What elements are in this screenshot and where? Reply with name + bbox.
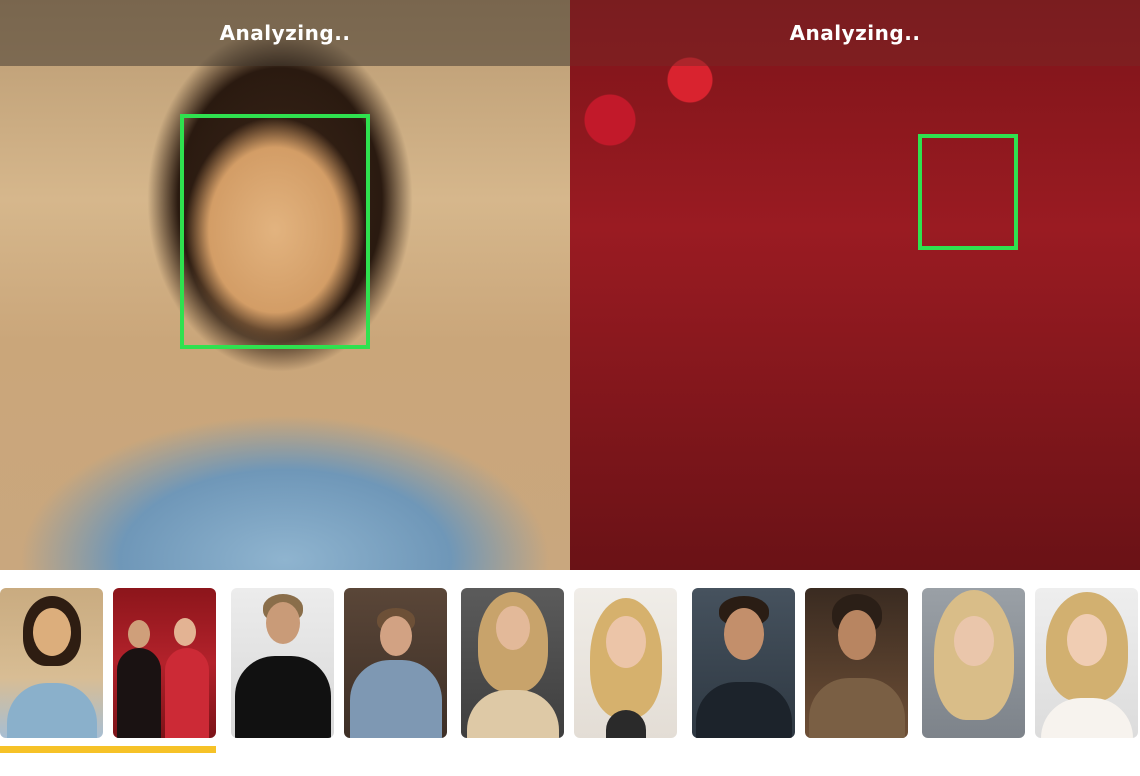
right-comparison-panel: Analyzing.. [570,0,1140,570]
thumbnail-image[interactable] [113,588,216,738]
thumbnail-strip [0,588,1140,776]
selected-pair-indicator [0,746,216,753]
thumbnail-pair-2[interactable] [231,588,447,738]
right-photo [570,0,1140,570]
thumbnail-image[interactable] [344,588,447,738]
left-status-banner: Analyzing.. [0,0,570,66]
thumbnail-image[interactable] [461,588,564,738]
thumbnail-image[interactable] [692,588,795,738]
thumbnail-pair-5[interactable] [922,588,1138,738]
thumbnail-pair-4[interactable] [692,588,908,738]
thumbnail-pair-3[interactable] [461,588,677,738]
right-status-banner: Analyzing.. [570,0,1140,66]
thumbnail-image[interactable] [805,588,908,738]
thumbnail-image[interactable] [922,588,1025,738]
comparison-stage: Analyzing.. Analyzing.. [0,0,1140,570]
thumbnail-pair-1[interactable] [0,588,216,738]
left-face-detection-box [180,114,370,349]
thumbnail-image[interactable] [1035,588,1138,738]
right-status-label: Analyzing.. [789,21,921,45]
thumbnail-image[interactable] [231,588,334,738]
thumbnail-image[interactable] [0,588,103,738]
left-comparison-panel: Analyzing.. [0,0,570,570]
left-status-label: Analyzing.. [219,21,351,45]
thumbnail-image[interactable] [574,588,677,738]
right-face-detection-box [918,134,1018,250]
